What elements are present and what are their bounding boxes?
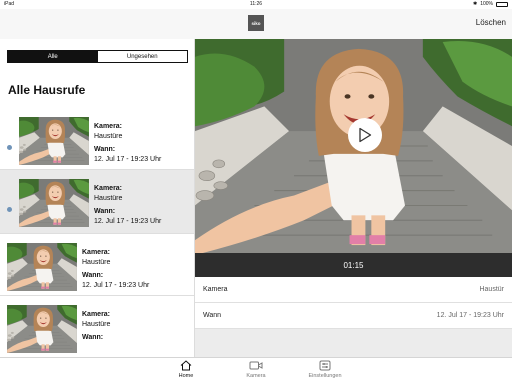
tab-settings[interactable]: Einstellungen	[295, 360, 355, 379]
tab-home[interactable]: Home	[156, 360, 216, 379]
section-title: Alle Hausrufe	[8, 83, 86, 97]
camera-label: Kamera:	[82, 249, 111, 256]
tab-bar: Home Kamera Einstellungen	[0, 357, 512, 384]
history-item[interactable]: Kamera: Haustüre Wann: 12. Jul 17 - 19:2…	[0, 234, 194, 296]
clock: 11:26	[249, 1, 263, 7]
video-duration: 01:15	[343, 260, 364, 270]
when-value: 12. Jul 17 - 19:23 Uhr	[82, 281, 150, 289]
history-thumbnail	[19, 179, 89, 227]
detail-row-camera: Kamera Haustür	[195, 277, 512, 303]
when-label: Wann:	[94, 208, 116, 215]
when-label: Wann:	[82, 272, 104, 279]
detail-camera-key: Kamera	[203, 286, 228, 293]
when-value: 12. Jul 17 - 19:23 Uhr	[94, 217, 162, 225]
camera-value: Haustüre	[82, 258, 111, 266]
settings-icon	[319, 360, 331, 371]
details-panel: Kamera Haustür Wann 12. Jul 17 - 19:23 U…	[195, 277, 512, 329]
unseen-indicator	[7, 207, 12, 212]
camera-value: Haustüre	[94, 132, 123, 140]
history-item-selected[interactable]: Kamera: Haustüre Wann: 12. Jul 17 - 19:2…	[0, 170, 194, 234]
history-panel: Alle Ungesehen Alle Hausrufe Kamera: Hau…	[0, 39, 195, 357]
video-player[interactable]	[195, 39, 512, 253]
camera-value: Haustüre	[94, 194, 123, 202]
camera-icon	[249, 361, 263, 370]
battery-icon	[496, 1, 508, 7]
bluetooth-icon: ✱	[473, 1, 478, 7]
history-item-info: Kamera: Haustüre Wann: 12. Jul 17 - 19:2…	[94, 122, 161, 164]
play-button[interactable]	[348, 118, 382, 152]
details-background	[195, 329, 512, 357]
app-logo: siko	[248, 15, 264, 31]
filter-segmented-control: Alle Ungesehen	[7, 50, 188, 63]
history-thumbnail	[7, 243, 77, 291]
video-duration-bar: 01:15	[195, 253, 512, 277]
unseen-indicator	[7, 145, 12, 150]
camera-label: Kamera:	[82, 311, 111, 318]
camera-value: Haustüre	[82, 320, 111, 328]
home-icon	[180, 360, 192, 371]
when-value: 12. Jul 17 - 19:23 Uhr	[94, 155, 162, 163]
tab-camera[interactable]: Kamera	[226, 360, 286, 379]
when-label: Wann:	[82, 334, 104, 341]
tab-settings-label: Einstellungen	[308, 373, 342, 379]
navigation-bar: siko Löschen	[0, 9, 512, 39]
history-item-info: Kamera: Haustüre Wann: 12. Jul 17 - 19:2…	[82, 248, 149, 290]
tab-home-label: Home	[178, 373, 194, 379]
status-right: ✱ 100%	[473, 1, 508, 7]
detail-row-when: Wann 12. Jul 17 - 19:23 Uhr	[195, 303, 512, 329]
delete-button[interactable]: Löschen	[476, 18, 506, 27]
tab-camera-label: Kamera	[246, 373, 266, 379]
detail-camera-value: Haustür	[479, 286, 504, 293]
history-item[interactable]: Kamera: Haustüre Wann:	[0, 296, 194, 357]
battery-percent: 100%	[480, 1, 493, 7]
detail-when-value: 12. Jul 17 - 19:23 Uhr	[436, 312, 504, 319]
when-label: Wann:	[94, 146, 116, 153]
filter-all-button[interactable]: Alle	[8, 51, 98, 62]
play-icon	[359, 127, 372, 143]
filter-unseen-button[interactable]: Ungesehen	[97, 51, 187, 62]
status-bar: iPad 11:26 ✱ 100%	[0, 0, 512, 9]
camera-label: Kamera:	[94, 185, 123, 192]
history-thumbnail	[19, 117, 89, 165]
history-thumbnail	[7, 305, 77, 353]
detail-when-key: Wann	[203, 312, 222, 319]
history-item-info: Kamera: Haustüre Wann: 12. Jul 17 - 19:2…	[94, 184, 161, 226]
camera-label: Kamera:	[94, 123, 123, 130]
history-item-info: Kamera: Haustüre Wann:	[82, 310, 110, 343]
history-list: Kamera: Haustüre Wann: 12. Jul 17 - 19:2…	[0, 108, 194, 357]
history-item[interactable]: Kamera: Haustüre Wann: 12. Jul 17 - 19:2…	[0, 108, 194, 170]
